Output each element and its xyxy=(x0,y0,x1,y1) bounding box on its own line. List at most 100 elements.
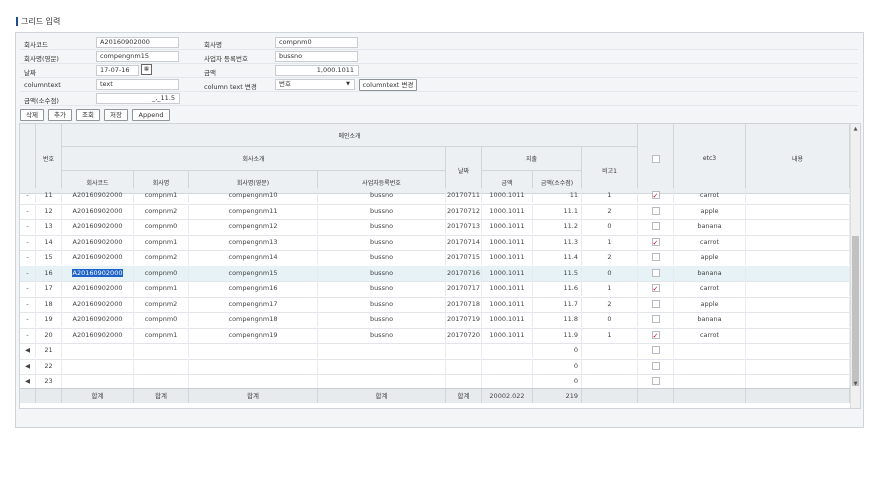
cell-no[interactable]: 13 xyxy=(36,219,62,234)
cell-company-name-en[interactable]: compengnm18 xyxy=(189,312,318,327)
cell-content[interactable] xyxy=(746,188,850,203)
cell-no[interactable]: 22 xyxy=(36,358,62,374)
cell-company-name-en[interactable]: compengnm17 xyxy=(189,296,318,312)
cell-etc3[interactable]: carrot xyxy=(674,234,746,250)
row-marker[interactable]: - xyxy=(20,265,36,281)
cell-no[interactable]: 16 xyxy=(36,265,62,281)
cell-company-name[interactable]: compnm1 xyxy=(134,281,189,296)
cell-company-name-en[interactable]: compengnm19 xyxy=(189,327,318,343)
cell-note1[interactable]: 1 xyxy=(582,281,638,296)
cell-amount-decimal[interactable]: 0 xyxy=(533,358,582,374)
cell-note1[interactable]: 0 xyxy=(582,219,638,234)
cell-check[interactable] xyxy=(638,203,674,219)
row-marker[interactable]: ◀ xyxy=(20,343,36,358)
row-checkbox[interactable] xyxy=(651,236,660,250)
cell-etc3[interactable] xyxy=(674,374,746,389)
cell-note1[interactable]: 2 xyxy=(582,203,638,219)
cell-company-name[interactable]: compnm1 xyxy=(134,188,189,203)
cell-company-code[interactable]: A20160902000 xyxy=(62,188,134,203)
cell-date[interactable]: 20170716 xyxy=(446,265,482,281)
cell-company-code[interactable]: A20160902000 xyxy=(62,234,134,250)
cell-note1[interactable] xyxy=(582,374,638,389)
cell-company-code[interactable] xyxy=(62,343,134,358)
cell-amount[interactable]: 1000.1011 xyxy=(482,296,533,312)
cell-note1[interactable]: 1 xyxy=(582,188,638,203)
row-checkbox[interactable] xyxy=(651,377,660,385)
table-row[interactable]: -16 A20160902000 compnm0 compengnm15 bussno 2… xyxy=(20,265,850,282)
cell-content[interactable] xyxy=(746,265,850,281)
cell-company-name-en[interactable] xyxy=(189,343,318,358)
cell-no[interactable]: 20 xyxy=(36,327,62,343)
table-row[interactable]: -15 A20160902000 compnm2 compengnm14 bussno 2… xyxy=(20,250,850,267)
cell-company-name[interactable]: compnm1 xyxy=(134,327,189,343)
cell-check[interactable] xyxy=(638,343,674,358)
cell-no[interactable]: 23 xyxy=(36,374,62,389)
table-row[interactable]: -18 A20160902000 compnm2 compengnm17 bussno 2… xyxy=(20,296,850,313)
cell-note1[interactable]: 2 xyxy=(582,250,638,265)
cell-content[interactable] xyxy=(746,343,850,358)
table-row[interactable]: -20 A20160902000 compnm1 compengnm19 bussno 2… xyxy=(20,327,850,344)
append-button[interactable]: Append xyxy=(132,109,170,121)
cell-check[interactable] xyxy=(638,374,674,389)
row-checkbox[interactable] xyxy=(651,206,660,215)
cell-amount[interactable]: 1000.1011 xyxy=(482,312,533,327)
cell-biz-no[interactable]: bussno xyxy=(318,327,446,343)
cell-company-code[interactable] xyxy=(62,374,134,389)
cell-note1[interactable]: 2 xyxy=(582,296,638,312)
cell-biz-no[interactable]: bussno xyxy=(318,265,446,281)
table-row[interactable]: -12 A20160902000 compnm2 compengnm11 bussno 2… xyxy=(20,203,850,220)
cell-date[interactable]: 20170713 xyxy=(446,219,482,234)
cell-company-name[interactable]: compnm1 xyxy=(134,234,189,250)
cell-date[interactable]: 20170715 xyxy=(446,250,482,265)
row-checkbox[interactable] xyxy=(651,253,660,261)
cell-company-code[interactable] xyxy=(62,358,134,374)
cell-biz-no[interactable]: bussno xyxy=(318,188,446,203)
cell-no[interactable]: 11 xyxy=(36,188,62,203)
vertical-scrollbar[interactable]: ▲ ▼ xyxy=(850,124,860,408)
cell-company-code[interactable]: A20160902000 xyxy=(62,203,134,219)
select-all-checkbox[interactable] xyxy=(651,154,660,163)
cell-company-name[interactable]: compnm2 xyxy=(134,250,189,265)
row-marker[interactable]: - xyxy=(20,234,36,250)
cell-company-name[interactable] xyxy=(134,374,189,389)
cell-check[interactable] xyxy=(638,219,674,234)
row-marker[interactable]: - xyxy=(20,312,36,327)
cell-no[interactable]: 21 xyxy=(36,343,62,358)
cell-content[interactable] xyxy=(746,327,850,343)
cell-no[interactable]: 15 xyxy=(36,250,62,265)
table-row[interactable]: -19 A20160902000 compnm0 compengnm18 bussno 2… xyxy=(20,312,850,329)
cell-note1[interactable] xyxy=(582,358,638,374)
cell-etc3[interactable]: banana xyxy=(674,219,746,234)
cell-company-name[interactable] xyxy=(134,358,189,374)
cell-amount-decimal[interactable]: 11.3 xyxy=(533,234,582,250)
row-marker[interactable]: - xyxy=(20,296,36,312)
cell-date[interactable]: 20170711 xyxy=(446,188,482,203)
cell-check[interactable] xyxy=(638,234,674,250)
cell-biz-no[interactable] xyxy=(318,374,446,389)
cell-company-name[interactable]: compnm2 xyxy=(134,203,189,219)
date-field[interactable]: 17-07-16 xyxy=(96,65,139,76)
cell-amount[interactable]: 1000.1011 xyxy=(482,281,533,296)
scroll-down-icon[interactable]: ▼ xyxy=(851,380,860,389)
cell-amount[interactable]: 1000.1011 xyxy=(482,188,533,203)
cell-check[interactable] xyxy=(638,188,674,203)
cell-check[interactable] xyxy=(638,327,674,343)
calendar-icon[interactable]: ▦ xyxy=(141,64,152,75)
cell-etc3[interactable]: apple xyxy=(674,203,746,219)
cell-amount-decimal[interactable]: 11.5 xyxy=(533,265,582,281)
cell-company-code[interactable]: A20160902000 xyxy=(62,219,134,234)
cell-company-name-en[interactable]: compengnm13 xyxy=(189,234,318,250)
cell-content[interactable] xyxy=(746,296,850,312)
cell-check[interactable] xyxy=(638,250,674,265)
cell-amount-decimal[interactable]: 11.9 xyxy=(533,327,582,343)
row-checkbox[interactable] xyxy=(651,189,660,203)
amount-decimal-field[interactable]: _,_11.5 xyxy=(96,93,180,104)
row-checkbox[interactable] xyxy=(651,299,660,308)
cell-content[interactable] xyxy=(746,374,850,389)
cell-content[interactable] xyxy=(746,312,850,327)
row-checkbox[interactable] xyxy=(651,315,660,323)
cell-amount-decimal[interactable]: 11.2 xyxy=(533,219,582,234)
table-row[interactable]: -11 A20160902000 compnm1 compengnm10 bussno 2… xyxy=(20,188,850,205)
row-checkbox[interactable] xyxy=(651,282,660,296)
header-check[interactable] xyxy=(638,124,674,194)
